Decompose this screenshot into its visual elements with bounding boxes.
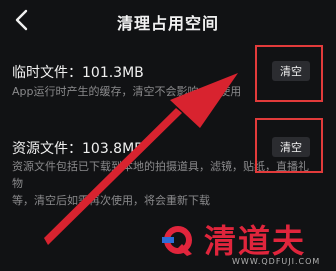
resource-files-label: 资源文件：103.8MB (12, 141, 144, 157)
watermark-logo-icon (162, 226, 192, 256)
top-bar: 清理占用空间 (0, 0, 336, 40)
watermark-brand: 清道夫 (204, 222, 307, 260)
highlight-box-temp (255, 45, 323, 102)
watermark-url: WWW.QDFUJI.COM (232, 257, 321, 266)
page-title: 清理占用空间 (116, 14, 219, 33)
temp-files-description: App运行时产生的缓存，清空不会影响app使用 (12, 85, 242, 98)
resource-files-description-line2: 等，清空后如需再次使用，将会重新下载 (12, 194, 210, 207)
highlight-box-resource (255, 118, 323, 173)
temp-files-label: 临时文件：101.3MB (12, 65, 144, 81)
